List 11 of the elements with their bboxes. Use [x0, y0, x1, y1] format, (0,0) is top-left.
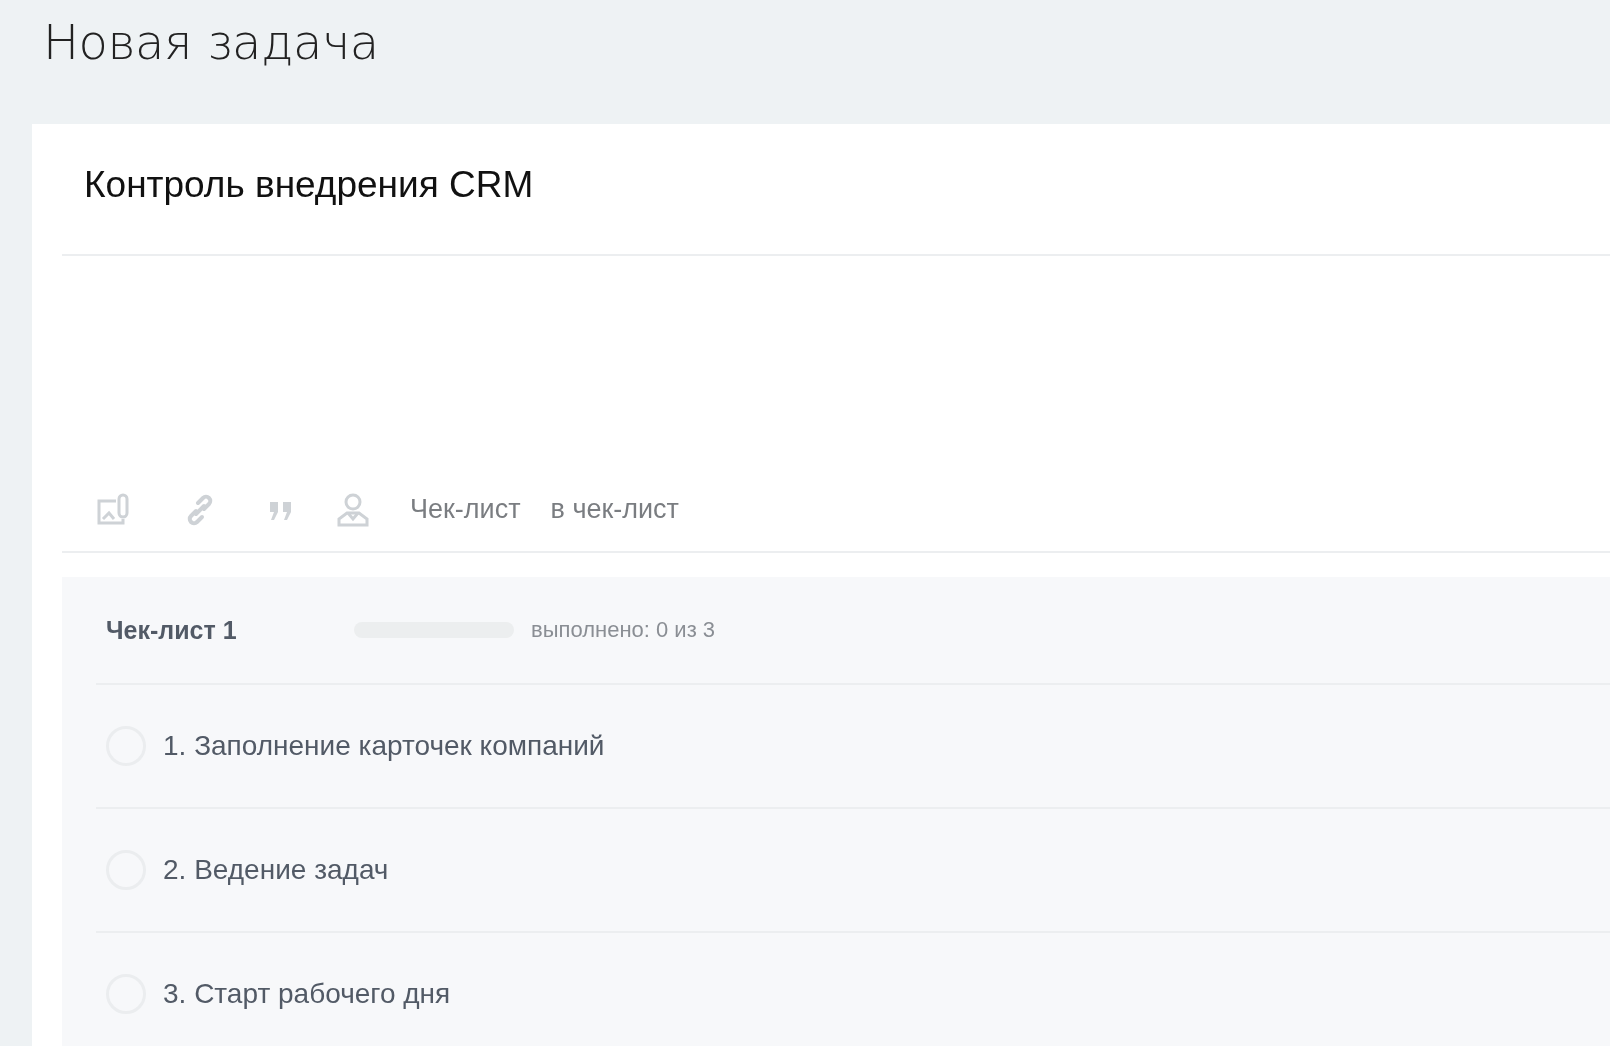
progress-text: выполнено: 0 из 3	[531, 617, 716, 643]
checklist-item-text: 1. Заполнение карточек компаний	[163, 730, 605, 762]
checklist-item-text: 2. Ведение задач	[163, 854, 389, 886]
checklist-item-text: 3. Старт рабочего дня	[163, 978, 451, 1010]
page-title: Новая задача	[43, 14, 379, 70]
toolbar-text-button[interactable]: в чек-лист	[550, 494, 679, 525]
attach-file-icon[interactable]	[96, 492, 132, 527]
toolbar-text-button[interactable]: Чек-лист	[410, 494, 521, 525]
task-title: Контроль внедрения CRM	[84, 164, 534, 205]
checklist-title: Чек-лист 1	[106, 615, 238, 645]
person-icon[interactable]	[336, 492, 370, 527]
